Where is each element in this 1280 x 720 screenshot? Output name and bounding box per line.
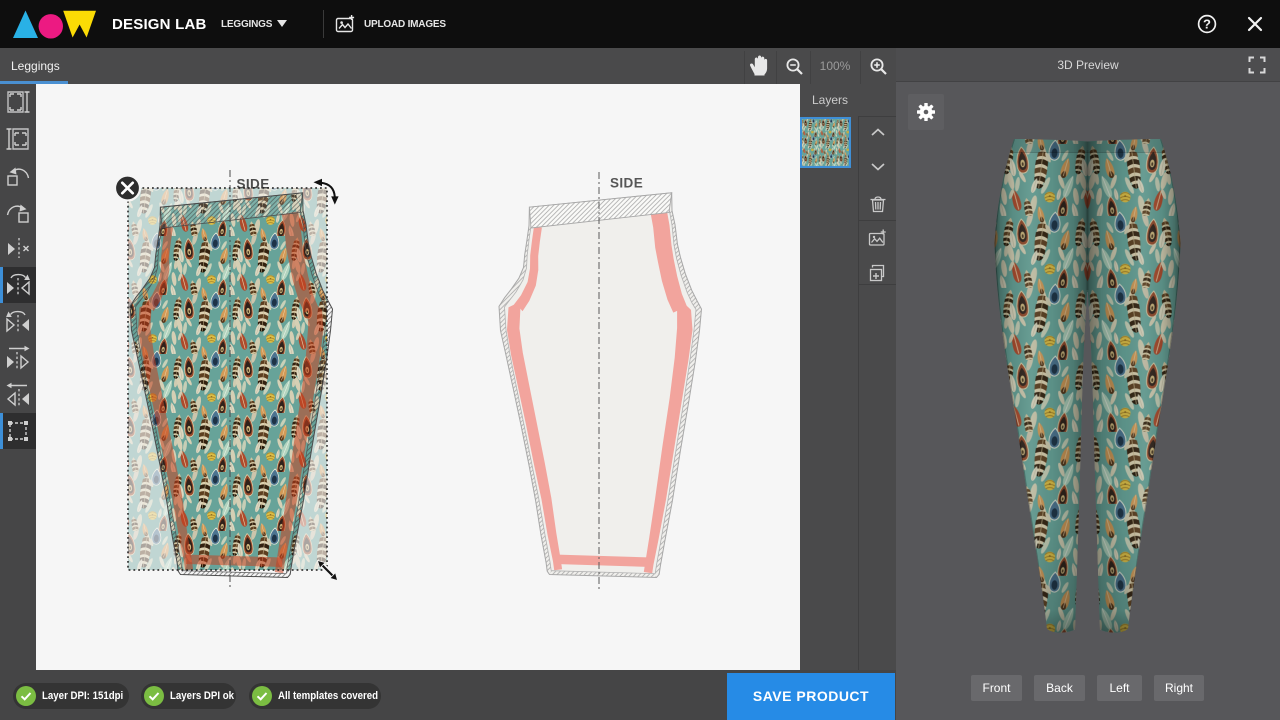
svg-text:SIDE: SIDE [610,176,643,191]
svg-text:SIDE: SIDE [237,177,270,192]
svg-text:?: ? [1203,17,1211,32]
